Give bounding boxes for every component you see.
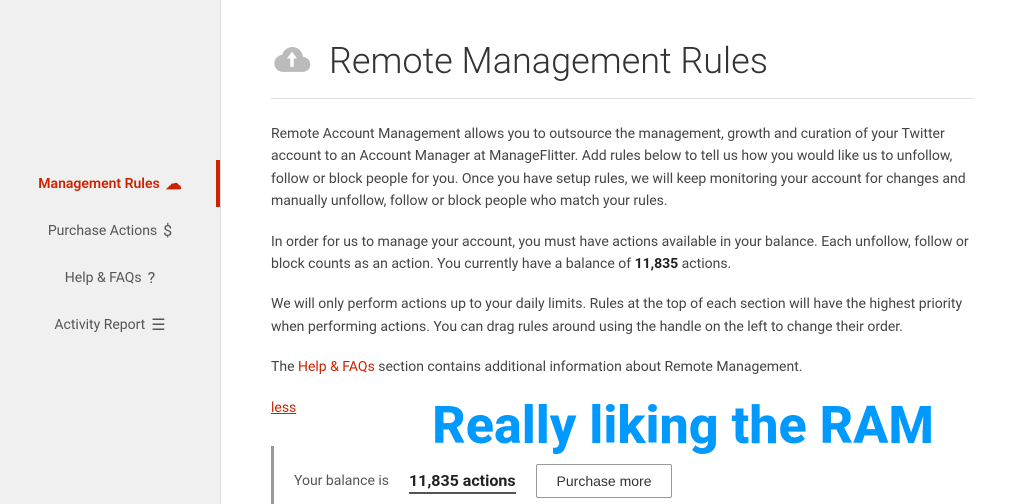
help-faqs-icon: ? [148, 268, 156, 287]
cloud-upload-icon [271, 40, 313, 82]
sidebar: Management Rules ☁ Purchase Actions $ Help &… [0, 0, 220, 504]
description-4-prefix: The [271, 359, 298, 375]
sidebar-item-activity-report[interactable]: Activity Report ☰ [0, 301, 220, 348]
main-content: Remote Management Rules Remote Account M… [221, 0, 1024, 504]
balance-inline: 11,835 [635, 256, 679, 272]
description-2-prefix: In order for us to manage your account, … [271, 234, 969, 272]
help-faqs-link[interactable]: Help & FAQs [298, 359, 375, 375]
page-title: Remote Management Rules [329, 40, 768, 82]
sidebar-item-purchase-actions[interactable]: Purchase Actions $ [0, 207, 220, 254]
description-4: The Help & FAQs section contains additio… [271, 356, 974, 378]
purchase-actions-icon: $ [163, 221, 172, 240]
balance-bar: Your balance is 11,835 actions Purchase … [271, 446, 974, 504]
management-rules-icon: ☁ [166, 174, 182, 193]
description-2-suffix: actions. [678, 256, 731, 272]
balance-amount: 11,835 actions [409, 471, 516, 490]
management-rules-label: Management Rules [38, 176, 159, 192]
description-2: In order for us to manage your account, … [271, 231, 974, 276]
purchase-actions-label: Purchase Actions [48, 223, 157, 239]
description-3: We will only perform actions up to your … [271, 293, 974, 338]
sidebar-item-management-rules[interactable]: Management Rules ☁ [0, 160, 220, 207]
activity-report-icon: ☰ [151, 315, 165, 334]
description-4-suffix: section contains additional information … [375, 359, 803, 375]
activity-report-label: Activity Report [54, 317, 145, 333]
page-header: Remote Management Rules [271, 40, 974, 99]
purchase-more-button[interactable]: Purchase more [536, 464, 673, 498]
description-1: Remote Account Management allows you to … [271, 123, 974, 213]
help-faqs-label: Help & FAQs [65, 270, 142, 286]
less-link[interactable]: less [271, 400, 296, 416]
sidebar-item-help-faqs[interactable]: Help & FAQs? [0, 254, 220, 301]
balance-label: Your balance is [294, 473, 389, 489]
